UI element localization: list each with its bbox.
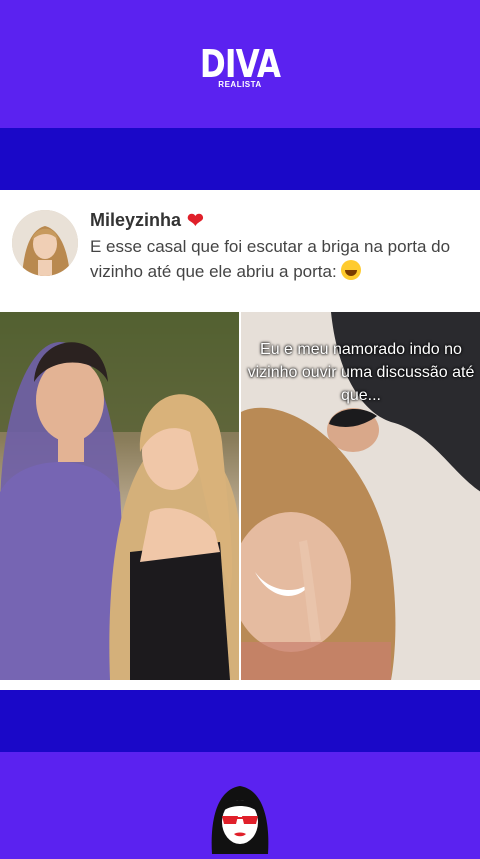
peek-photo: Eu e meu namorado indo no vizinho ouvir … [240, 312, 480, 680]
laughing-emoji-icon [341, 260, 362, 280]
post-card: Mileyzinha ❤ E esse casal que foi escuta… [0, 190, 480, 690]
post-username[interactable]: Mileyzinha ❤ [90, 208, 204, 233]
post-text-content: E esse casal que foi escutar a briga na … [90, 237, 451, 281]
upper-band [0, 128, 480, 190]
username-text: Mileyzinha [90, 210, 182, 230]
brand-name: DIVA [199, 42, 281, 86]
brand-logo: DIVA REALISTA [0, 42, 480, 89]
lower-band [0, 690, 480, 752]
post-media[interactable]: Eu e meu namorado indo no vizinho ouvir … [0, 312, 480, 680]
video-caption: Eu e meu namorado indo no vizinho ouvir … [247, 341, 475, 404]
couple-photo [0, 312, 239, 680]
header: DIVA REALISTA [0, 0, 480, 128]
post-text: E esse casal que foi escutar a briga na … [90, 234, 470, 284]
avatar[interactable] [12, 210, 78, 276]
heart-icon: ❤ [187, 210, 204, 232]
diva-face-icon [206, 782, 274, 854]
